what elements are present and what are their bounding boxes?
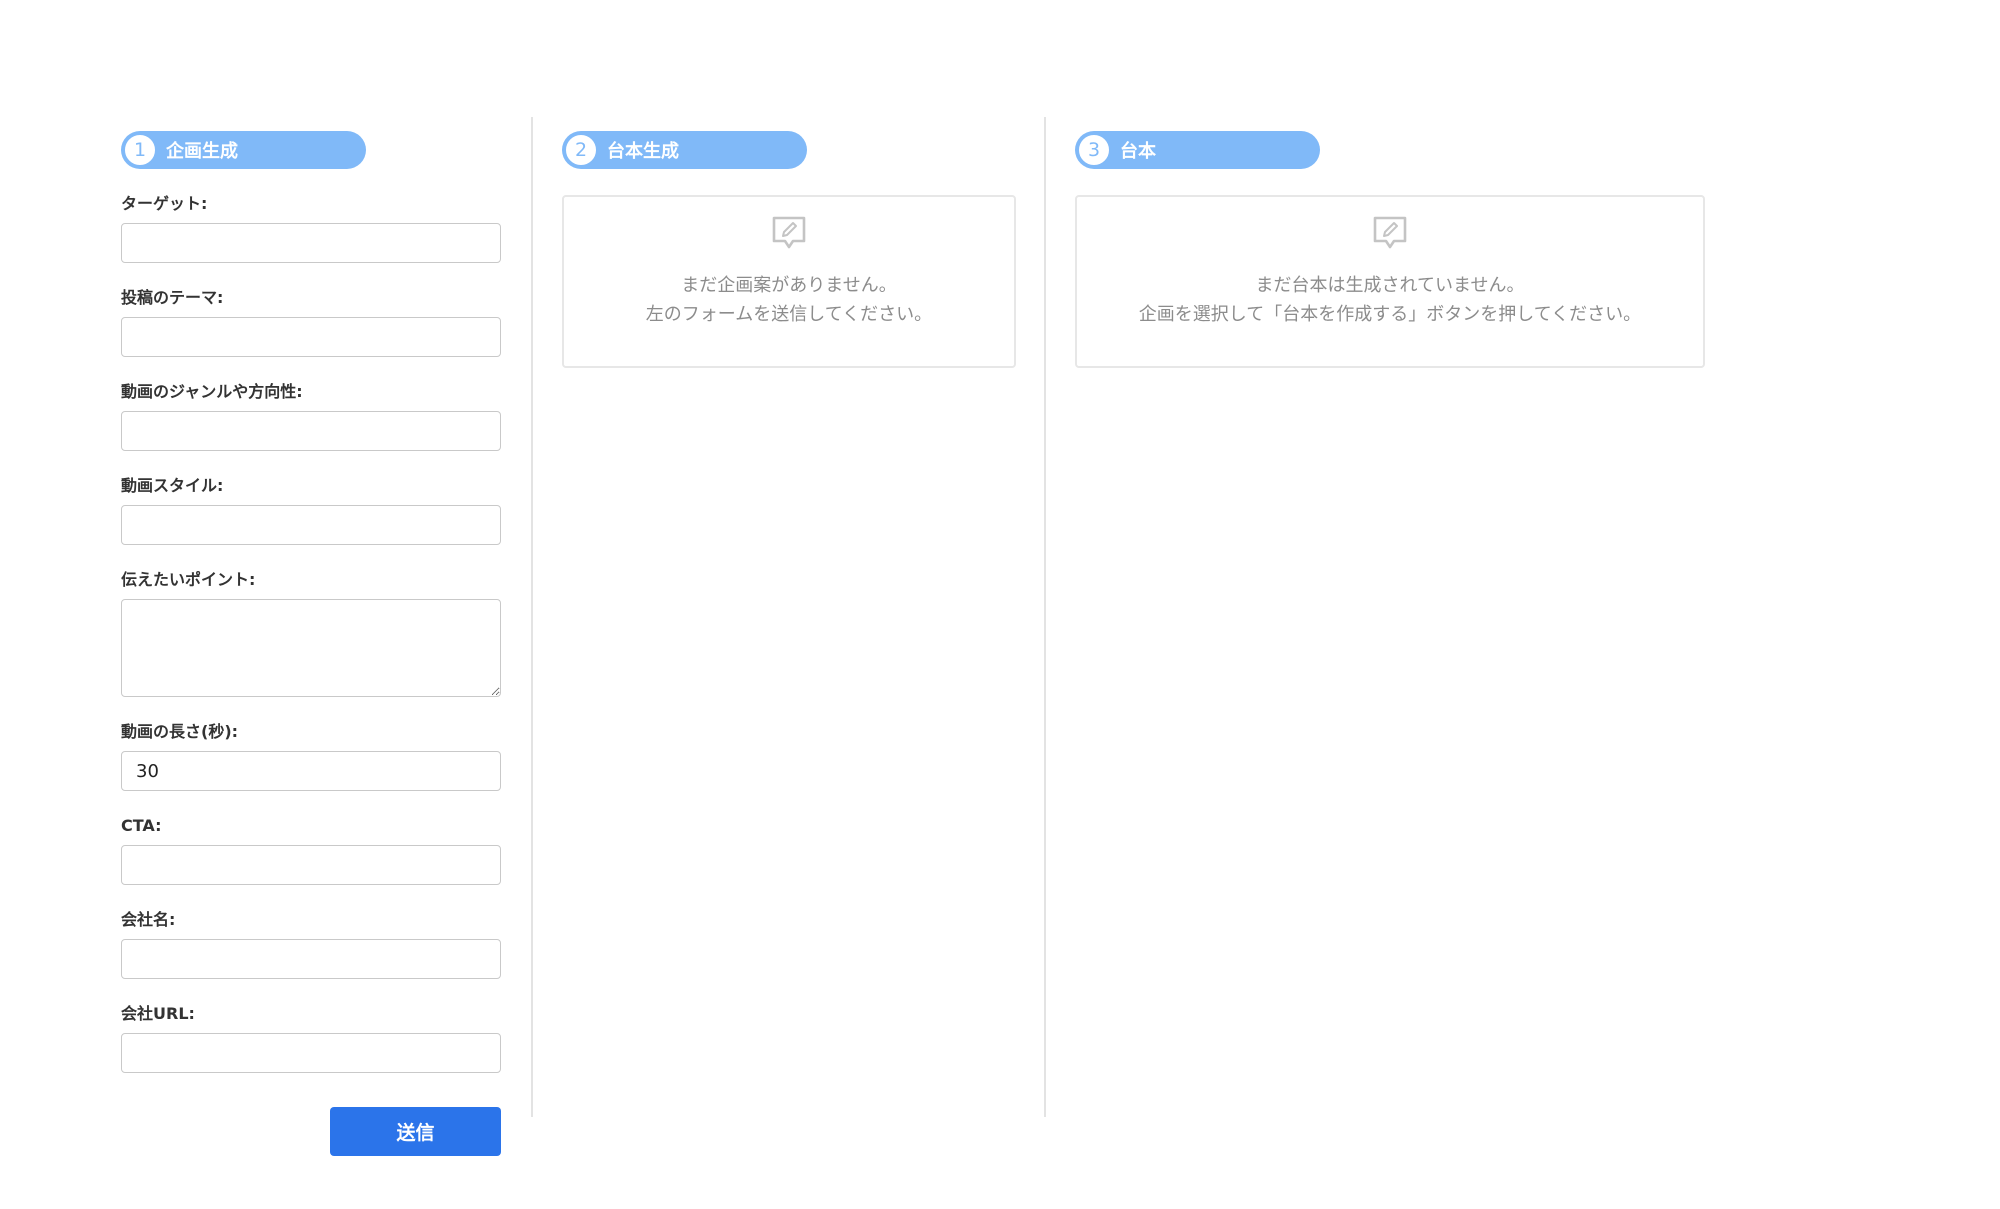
edit-note-icon [1373,216,1407,249]
url-input[interactable] [121,1033,501,1073]
plan-form: ターゲット: 投稿のテーマ: 動画のジャンルや方向性: 動画スタイル: 伝えたい… [121,195,501,1156]
column-divider [1044,117,1046,1117]
edit-note-icon [772,216,806,249]
plans-column: 2 台本生成 まだ企画案がありません。 左のフォームを送信してください。 [562,131,1016,368]
step-header-1: 1 企画生成 [121,131,366,169]
step-header-3: 3 台本 [1075,131,1320,169]
step-title: 台本 [1120,141,1156,162]
company-label: 会社名: [121,910,176,929]
style-input[interactable] [121,505,501,545]
theme-label: 投稿のテーマ: [121,288,224,307]
script-column: 3 台本 まだ台本は生成されていません。 企画を選択して「台本を作成する」ボタン… [1075,131,1705,368]
script-empty-line-2: 企画を選択して「台本を作成する」ボタンを押してください。 [1138,304,1642,325]
url-label: 会社URL: [121,1004,195,1023]
column-divider [531,117,533,1117]
step-number: 3 [1077,133,1111,167]
plans-empty-line-1: まだ企画案がありません。 [681,275,897,296]
points-textarea[interactable] [121,599,501,697]
plan-form-column: 1 企画生成 ターゲット: 投稿のテーマ: 動画のジャンルや方向性: 動画スタイ… [121,131,501,1156]
step-header-2: 2 台本生成 [562,131,807,169]
target-input[interactable] [121,223,501,263]
company-input[interactable] [121,939,501,979]
cta-label: CTA: [121,816,162,835]
script-empty-message: まだ台本は生成されていません。 企画を選択して「台本を作成する」ボタンを押してく… [1139,271,1641,329]
script-empty-line-1: まだ台本は生成されていません。 [1255,275,1525,296]
script-empty-state: まだ台本は生成されていません。 企画を選択して「台本を作成する」ボタンを押してく… [1075,195,1705,368]
length-label: 動画の長さ(秒): [121,722,239,741]
cta-input[interactable] [121,845,501,885]
step-title: 企画生成 [166,141,238,162]
step-title: 台本生成 [607,141,679,162]
submit-button[interactable]: 送信 [330,1107,501,1156]
theme-input[interactable] [121,317,501,357]
style-label: 動画スタイル: [121,476,224,495]
step-number: 2 [564,133,598,167]
step-number: 1 [123,133,157,167]
genre-label: 動画のジャンルや方向性: [121,382,303,401]
points-label: 伝えたいポイント: [121,570,256,589]
plans-empty-state: まだ企画案がありません。 左のフォームを送信してください。 [562,195,1016,368]
submit-row: 送信 [121,1107,501,1156]
length-input[interactable] [121,751,501,791]
genre-input[interactable] [121,411,501,451]
target-label: ターゲット: [121,194,208,213]
plans-empty-message: まだ企画案がありません。 左のフォームを送信してください。 [646,271,932,329]
plans-empty-line-2: 左のフォームを送信してください。 [645,304,933,325]
